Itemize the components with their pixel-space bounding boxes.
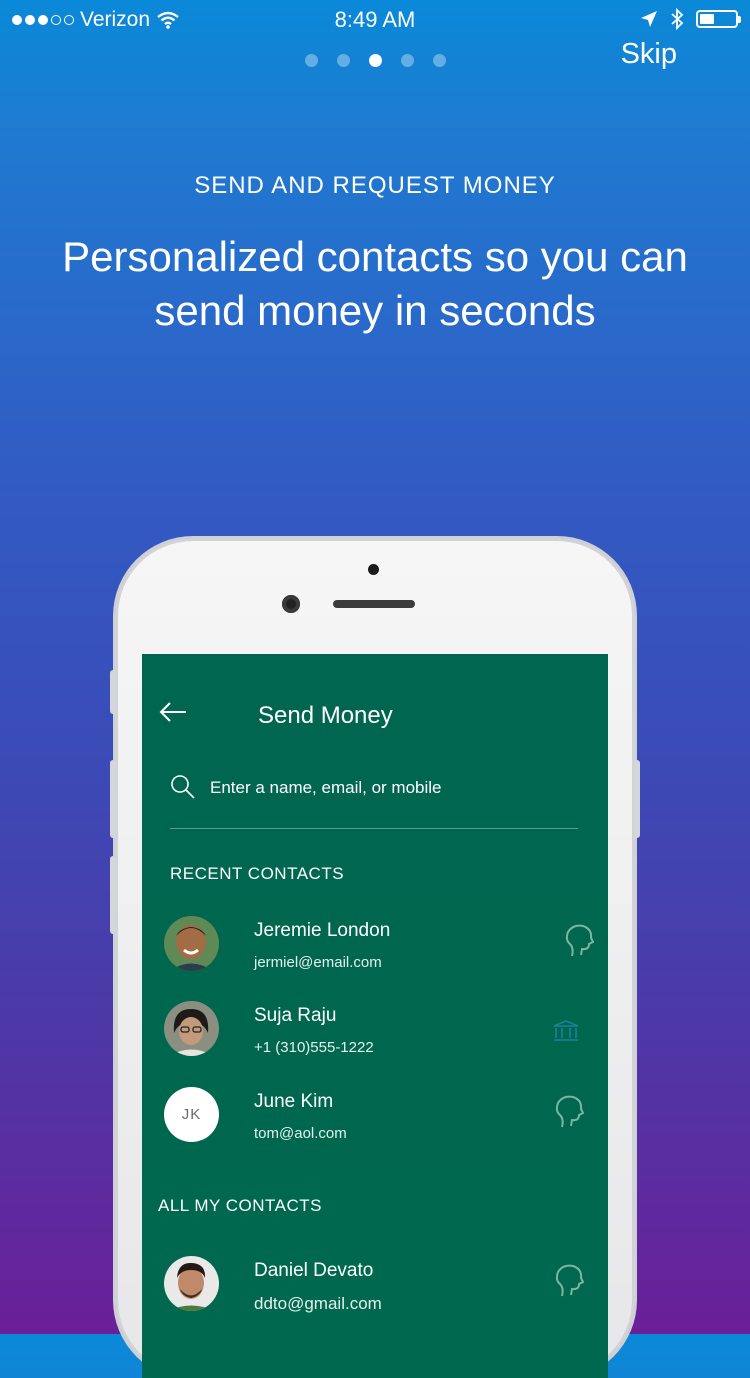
bluetooth-icon [671,8,684,30]
mute-switch [110,670,116,714]
location-arrow-icon [641,11,657,27]
contact-detail: +1 (310)555-1222 [254,1039,374,1056]
earpiece-speaker [333,600,415,608]
contact-name: June Kim [254,1091,334,1112]
avatar-initials: JK [164,1087,219,1142]
avatar [164,916,219,971]
status-right [640,8,741,30]
volume-up-button [110,760,116,838]
volume-down-button [110,856,116,934]
contact-name: Daniel Devato [254,1260,374,1281]
search-underline [170,828,578,829]
battery-icon [696,10,741,28]
front-camera [282,595,300,613]
onboarding-eyebrow: SEND AND REQUEST MONEY [194,172,556,199]
search-icon [171,775,195,799]
contact-row[interactable]: Daniel Devato ddto@gmail.com [164,1256,594,1316]
onboarding-headline: Personalized contacts so you can send mo… [62,233,688,334]
contact-row[interactable]: Suja Raju +1 (310)555-1222 [164,1001,594,1061]
page-dot[interactable] [304,54,318,67]
bank-icon [553,1020,579,1041]
page-dot[interactable] [336,54,350,67]
screen-title: Send Money [258,702,393,729]
contact-detail: jermiel@email.com [254,954,382,971]
page-dot-active[interactable] [368,54,382,67]
contact-detail: ddto@gmail.com [254,1294,382,1313]
page-dot[interactable] [432,54,446,67]
phone-mockup: Send Money Enter a name, email, or mobil… [110,538,640,1378]
power-button [634,760,640,838]
proximity-sensor [368,564,379,575]
contact-row[interactable]: Jeremie London jermiel@email.com [164,916,594,976]
contact-detail: tom@aol.com [254,1125,347,1142]
search-input[interactable]: Enter a name, email, or mobile [210,778,570,798]
all-contacts-header: ALL MY CONTACTS [158,1196,322,1215]
paypal-head-icon [555,1095,584,1128]
contact-row[interactable]: JK June Kim tom@aol.com [164,1087,594,1147]
paypal-head-icon [565,924,594,957]
send-money-screen: Send Money Enter a name, email, or mobil… [142,654,608,1378]
avatar [164,1256,219,1311]
back-arrow-icon[interactable] [158,700,188,724]
contact-name: Suja Raju [254,1005,337,1026]
clock: 8:49 AM [334,7,416,32]
skip-button[interactable]: Skip [621,38,677,71]
page-dot[interactable] [400,54,414,67]
paypal-head-icon [555,1264,584,1297]
contact-name: Jeremie London [254,920,391,941]
avatar [164,1001,219,1056]
recent-contacts-header: RECENT CONTACTS [170,864,345,883]
